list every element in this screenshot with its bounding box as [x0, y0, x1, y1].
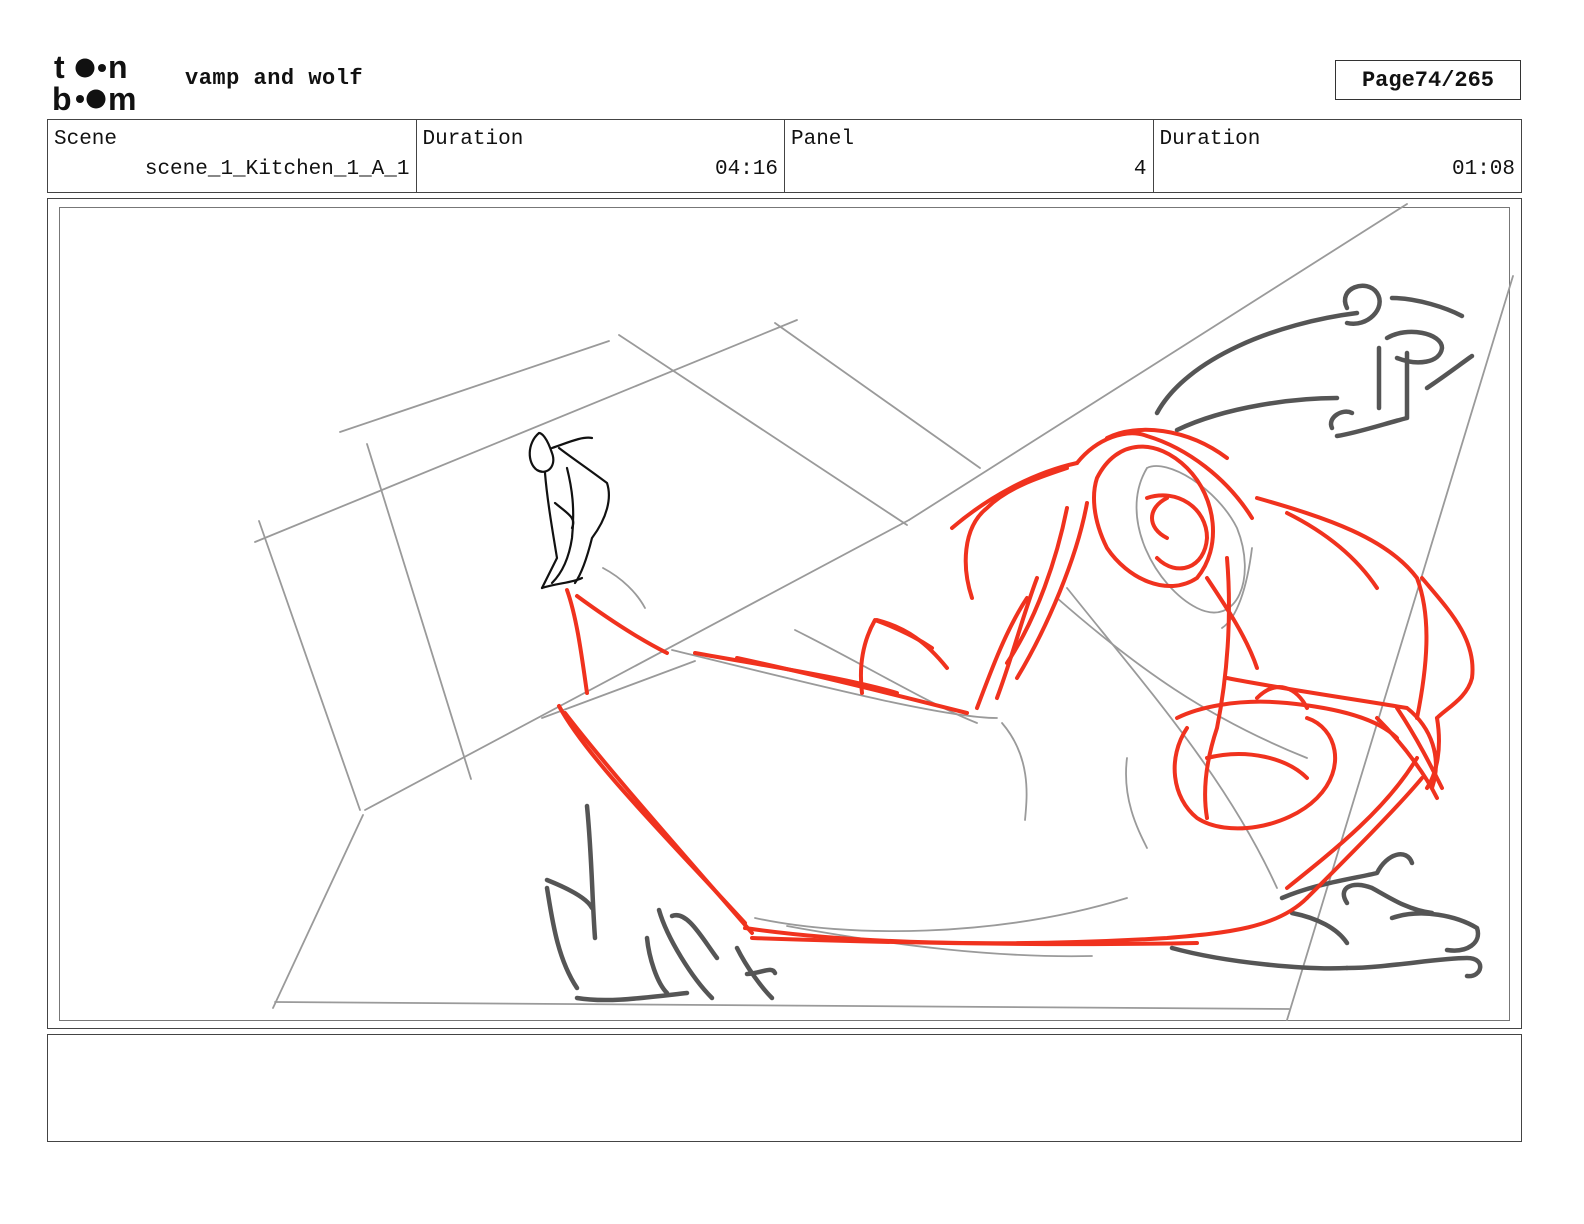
toon-boom-logo: t n b m [52, 50, 136, 114]
floor-guides [254, 203, 1514, 1021]
panel-duration-label: Duration [1159, 128, 1261, 151]
scene-label: Scene [54, 128, 118, 151]
panel-value: 4 [1133, 158, 1147, 181]
scene-duration-label: Duration [422, 128, 524, 151]
panel-duration-cell: Duration 01:08 [1154, 120, 1522, 192]
panel-notes [47, 1034, 1522, 1142]
page-number: 74/265 [1414, 67, 1495, 93]
svg-text:m: m [108, 81, 136, 114]
project-title: vamp and wolf [185, 66, 364, 91]
storyboard-sketch [254, 203, 1514, 1021]
panel-duration-value: 01:08 [1451, 158, 1515, 181]
panel-info-table: Scene scene_1_Kitchen_1_A_1 Duration 04:… [47, 119, 1522, 193]
scene-cell: Scene scene_1_Kitchen_1_A_1 [48, 120, 417, 192]
svg-text:t: t [54, 50, 65, 85]
scene-value: scene_1_Kitchen_1_A_1 [144, 158, 410, 181]
wolf-figure [557, 427, 1475, 947]
panel-cell: Panel 4 [785, 120, 1154, 192]
scene-duration-value: 04:16 [714, 158, 778, 181]
svg-text:n: n [108, 50, 128, 85]
svg-text:b: b [52, 81, 72, 114]
page-label: Page [1361, 67, 1415, 93]
vampire-figure [528, 431, 610, 590]
page-indicator: Page 74/265 [1335, 60, 1521, 100]
panel-label: Panel [791, 128, 855, 151]
scene-duration-cell: Duration 04:16 [417, 120, 785, 192]
